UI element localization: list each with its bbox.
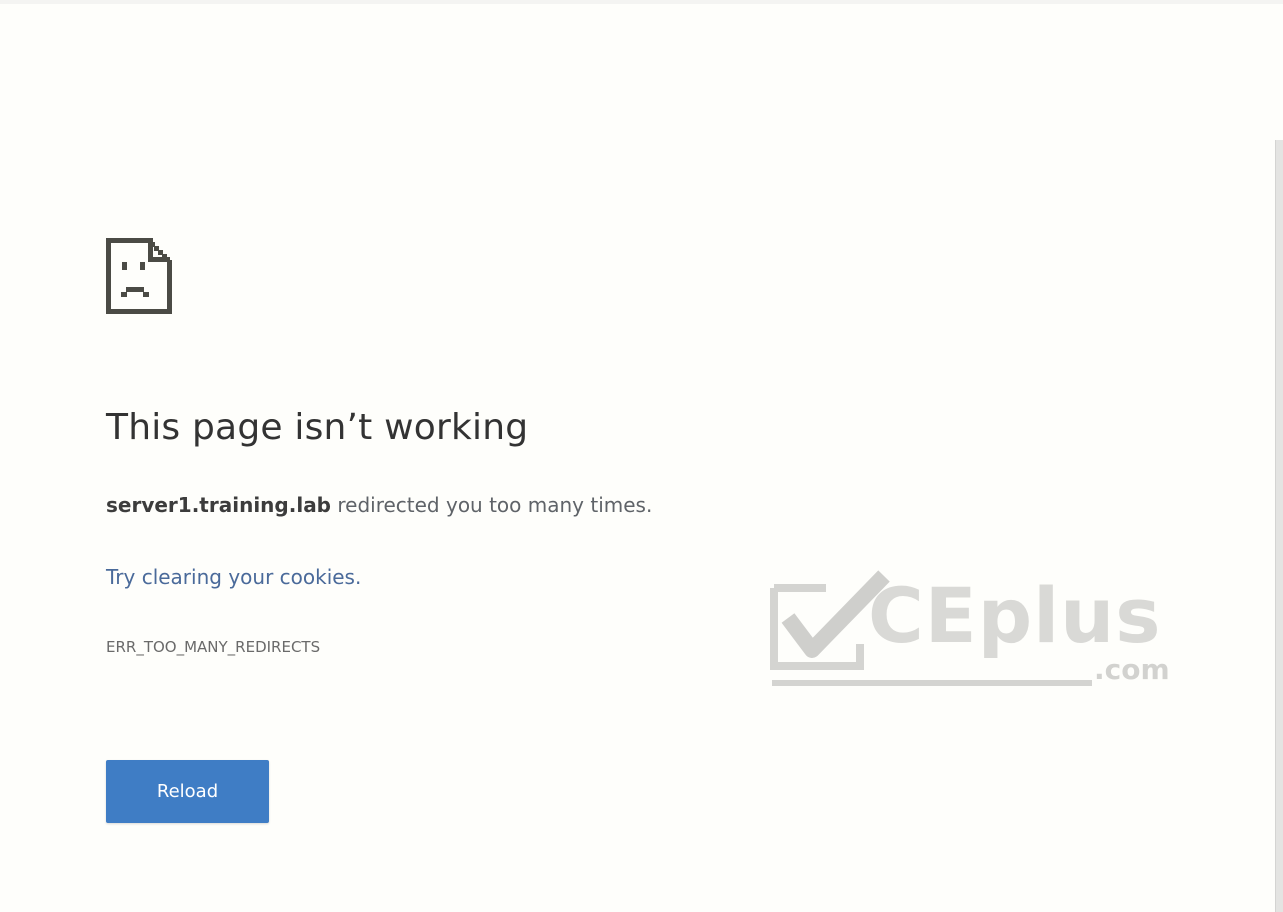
host-name: server1.training.lab [106,493,331,517]
error-code: ERR_TOO_MANY_REDIRECTS [106,638,321,656]
watermark-domain: .com [1094,653,1170,686]
vertical-scrollbar[interactable] [1276,140,1283,912]
watermark: CEplus .com [768,566,1188,690]
top-border [0,0,1283,4]
page-title: This page isn’t working [106,407,529,448]
clear-cookies-link[interactable]: Try clearing your cookies. [106,562,361,592]
error-message-text: redirected you too many times. [331,493,653,517]
watermark-underline [772,680,1092,686]
error-message: server1.training.lab redirected you too … [106,490,652,520]
watermark-word: CEplus [868,571,1162,660]
reload-button[interactable]: Reload [106,760,269,823]
sad-document-icon [104,236,174,318]
